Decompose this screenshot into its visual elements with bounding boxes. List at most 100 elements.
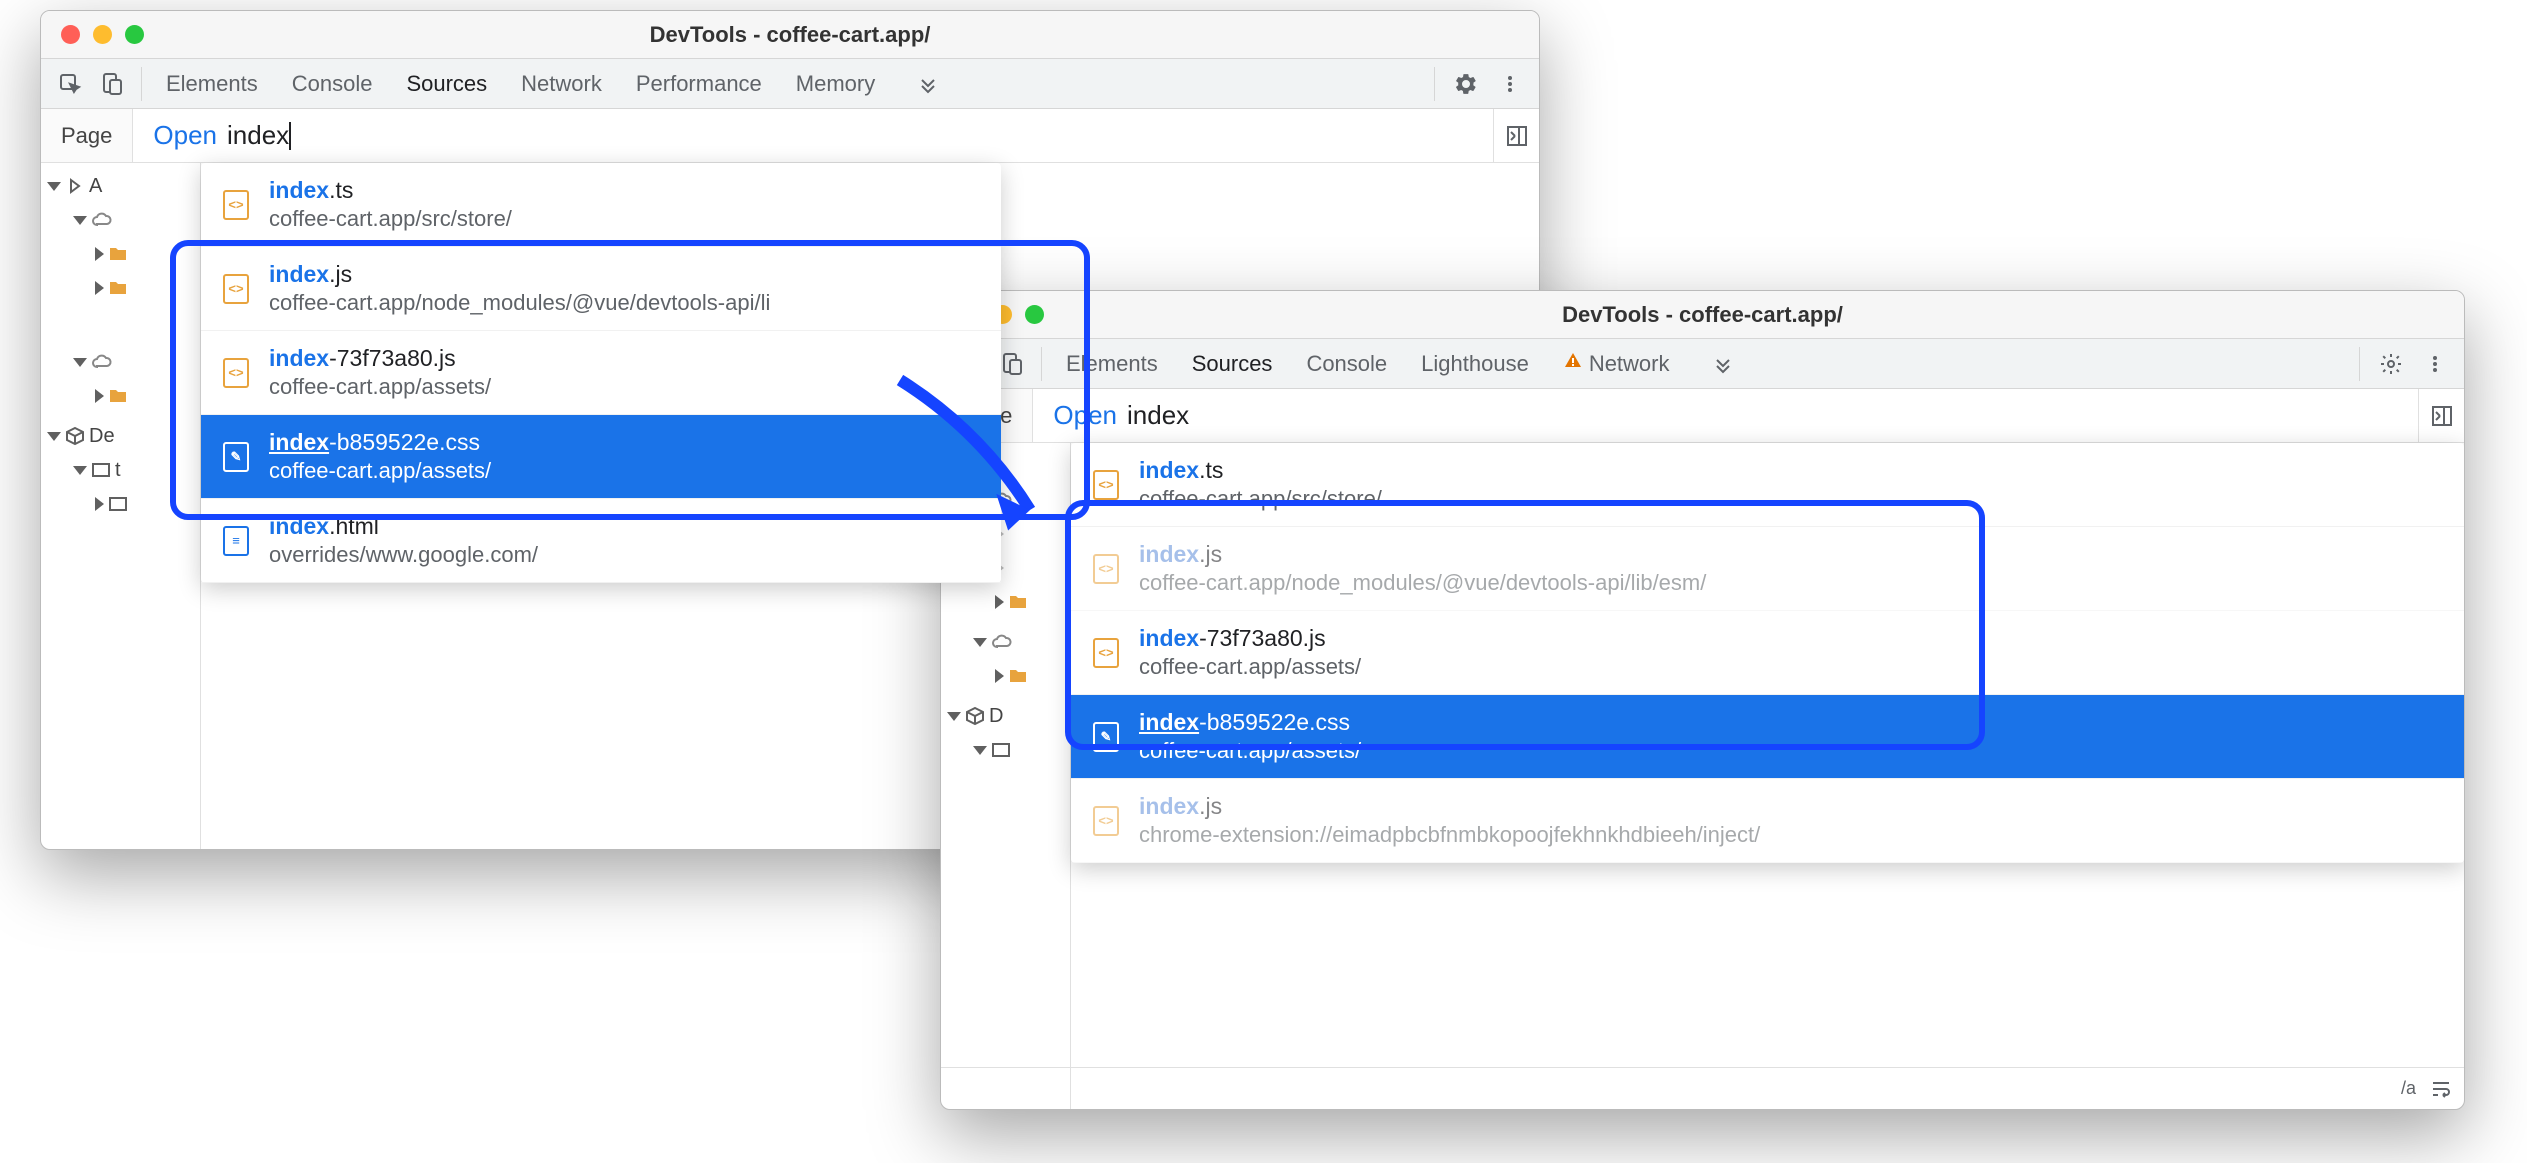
result-item[interactable]: <> index-73f73a80.js coffee-cart.app/ass… bbox=[1071, 611, 2464, 695]
tab-performance[interactable]: Performance bbox=[636, 61, 762, 107]
tab-memory[interactable]: Memory bbox=[796, 61, 875, 107]
result-item[interactable]: <> index.js coffee-cart.app/node_modules… bbox=[201, 247, 1001, 331]
command-input[interactable]: Open index bbox=[1033, 389, 2418, 442]
result-path: chrome-extension://eimadpbcbfnmbkopoojfe… bbox=[1139, 822, 1760, 848]
window-title: DevTools - coffee-cart.app/ bbox=[941, 302, 2464, 328]
collapse-pane-icon[interactable] bbox=[1493, 109, 1539, 162]
cmd-query-text: index bbox=[1127, 400, 1189, 431]
result-item[interactable]: <> index-73f73a80.js coffee-cart.app/ass… bbox=[201, 331, 1001, 415]
result-path: overrides/www.google.com/ bbox=[269, 542, 538, 568]
device-toggle-icon[interactable] bbox=[93, 65, 131, 103]
result-path: coffee-cart.app/node_modules/@vue/devtoo… bbox=[1139, 570, 1706, 596]
titlebar: DevTools - coffee-cart.app/ bbox=[41, 11, 1539, 59]
traffic-lights bbox=[41, 25, 144, 44]
result-path: coffee-cart.app/assets/ bbox=[1139, 654, 1361, 680]
wrap-icon[interactable] bbox=[2430, 1078, 2452, 1100]
file-icon: <> bbox=[223, 190, 249, 220]
tab-sources[interactable]: Sources bbox=[1192, 341, 1273, 387]
tree-row[interactable] bbox=[41, 487, 200, 521]
tab-elements[interactable]: Elements bbox=[166, 61, 258, 107]
file-icon: <> bbox=[223, 274, 249, 304]
result-item[interactable]: ≡ index.html overrides/www.google.com/ bbox=[201, 499, 1001, 583]
titlebar: DevTools - coffee-cart.app/ bbox=[941, 291, 2464, 339]
tree-row[interactable] bbox=[41, 379, 200, 413]
devtools-window-2: DevTools - coffee-cart.app/ Elements Sou… bbox=[940, 290, 2465, 1110]
divider bbox=[2359, 347, 2360, 381]
tab-console[interactable]: Console bbox=[1306, 341, 1387, 387]
inspect-icon[interactable] bbox=[51, 65, 89, 103]
tree-row[interactable] bbox=[41, 237, 200, 271]
result-name: index.js bbox=[269, 261, 770, 288]
settings-icon[interactable] bbox=[2372, 345, 2410, 383]
status-text: /a bbox=[2401, 1078, 2416, 1099]
tab-sources[interactable]: Sources bbox=[406, 61, 487, 107]
more-tabs-icon[interactable] bbox=[909, 65, 947, 103]
tab-console[interactable]: Console bbox=[292, 61, 373, 107]
tree-row[interactable] bbox=[941, 625, 1070, 659]
tree-row[interactable] bbox=[941, 659, 1070, 693]
close-window-icon[interactable] bbox=[61, 25, 80, 44]
file-icon: <> bbox=[1093, 470, 1119, 500]
tab-network[interactable]: Network bbox=[521, 61, 602, 107]
tab-network[interactable]: Network bbox=[1563, 341, 1670, 387]
tab-lighthouse[interactable]: Lighthouse bbox=[1421, 341, 1529, 387]
result-name: index.js bbox=[1139, 541, 1706, 568]
tree-row[interactable] bbox=[41, 345, 200, 379]
body-row: A D <> index.ts coffee-cart.app/src/stor… bbox=[941, 443, 2464, 1109]
tree-row[interactable] bbox=[941, 733, 1070, 767]
tree-row[interactable]: A bbox=[41, 169, 200, 203]
page-tab[interactable]: Page bbox=[41, 109, 133, 162]
result-item[interactable]: <> index.js chrome-extension://eimadpbcb… bbox=[1071, 779, 2464, 863]
cmd-open-label: Open bbox=[153, 120, 217, 151]
tab-strip: Elements Sources Console Lighthouse Netw… bbox=[1052, 341, 2349, 387]
tree-row[interactable]: De bbox=[41, 419, 200, 453]
divider bbox=[141, 67, 142, 101]
file-icon: ✎ bbox=[1093, 722, 1119, 752]
result-name: index.ts bbox=[269, 177, 512, 204]
file-icon: <> bbox=[1093, 638, 1119, 668]
result-name: index.js bbox=[1139, 793, 1760, 820]
result-item-selected[interactable]: ✎ index-b859522e.css coffee-cart.app/ass… bbox=[201, 415, 1001, 499]
maximize-window-icon[interactable] bbox=[1025, 305, 1044, 324]
right-tools bbox=[2353, 345, 2454, 383]
more-tabs-icon[interactable] bbox=[1704, 345, 1742, 383]
result-item[interactable]: <> index.js coffee-cart.app/node_modules… bbox=[1071, 527, 2464, 611]
result-path: coffee-cart.app/assets/ bbox=[269, 374, 491, 400]
cmd-query-text: index bbox=[227, 120, 289, 151]
maximize-window-icon[interactable] bbox=[125, 25, 144, 44]
tree-row[interactable] bbox=[41, 271, 200, 305]
result-path: coffee-cart.app/assets/ bbox=[1139, 738, 1361, 764]
toolbar: Elements Console Sources Network Perform… bbox=[41, 59, 1539, 109]
result-path: coffee-cart.app/node_modules/@vue/devtoo… bbox=[269, 290, 770, 316]
text-cursor bbox=[289, 122, 291, 150]
tree-row[interactable]: D bbox=[941, 699, 1070, 733]
toolbar: Elements Sources Console Lighthouse Netw… bbox=[941, 339, 2464, 389]
cmd-open-label: Open bbox=[1053, 400, 1117, 431]
file-results-dropdown: <> index.ts coffee-cart.app/src/store/ <… bbox=[1071, 443, 2464, 863]
kebab-menu-icon[interactable] bbox=[2416, 345, 2454, 383]
file-icon: ✎ bbox=[223, 442, 249, 472]
tree-row[interactable] bbox=[941, 585, 1070, 619]
result-item[interactable]: <> index.ts coffee-cart.app/src/store/ bbox=[201, 163, 1001, 247]
tree-row[interactable] bbox=[41, 203, 200, 237]
collapse-pane-icon[interactable] bbox=[2418, 389, 2464, 442]
minimize-window-icon[interactable] bbox=[93, 25, 112, 44]
file-icon: <> bbox=[1093, 806, 1119, 836]
result-name: index-b859522e.css bbox=[269, 429, 491, 456]
divider bbox=[1434, 67, 1435, 101]
result-item[interactable]: <> index.ts coffee-cart.app/src/store/ bbox=[1071, 443, 2464, 527]
result-name: index-b859522e.css bbox=[1139, 709, 1361, 736]
settings-icon[interactable] bbox=[1447, 65, 1485, 103]
tree-row[interactable]: t bbox=[41, 453, 200, 487]
tab-elements[interactable]: Elements bbox=[1066, 341, 1158, 387]
result-path: coffee-cart.app/assets/ bbox=[269, 458, 491, 484]
result-item-selected[interactable]: ✎ index-b859522e.css coffee-cart.app/ass… bbox=[1071, 695, 2464, 779]
warning-icon bbox=[1563, 351, 1583, 371]
tab-strip: Elements Console Sources Network Perform… bbox=[152, 61, 1424, 107]
right-tools bbox=[1428, 65, 1529, 103]
kebab-menu-icon[interactable] bbox=[1491, 65, 1529, 103]
command-input[interactable]: Open index bbox=[133, 109, 1493, 162]
status-bar: /a bbox=[941, 1067, 2464, 1109]
result-path: coffee-cart.app/src/store/ bbox=[1139, 486, 1382, 512]
result-path: coffee-cart.app/src/store/ bbox=[269, 206, 512, 232]
